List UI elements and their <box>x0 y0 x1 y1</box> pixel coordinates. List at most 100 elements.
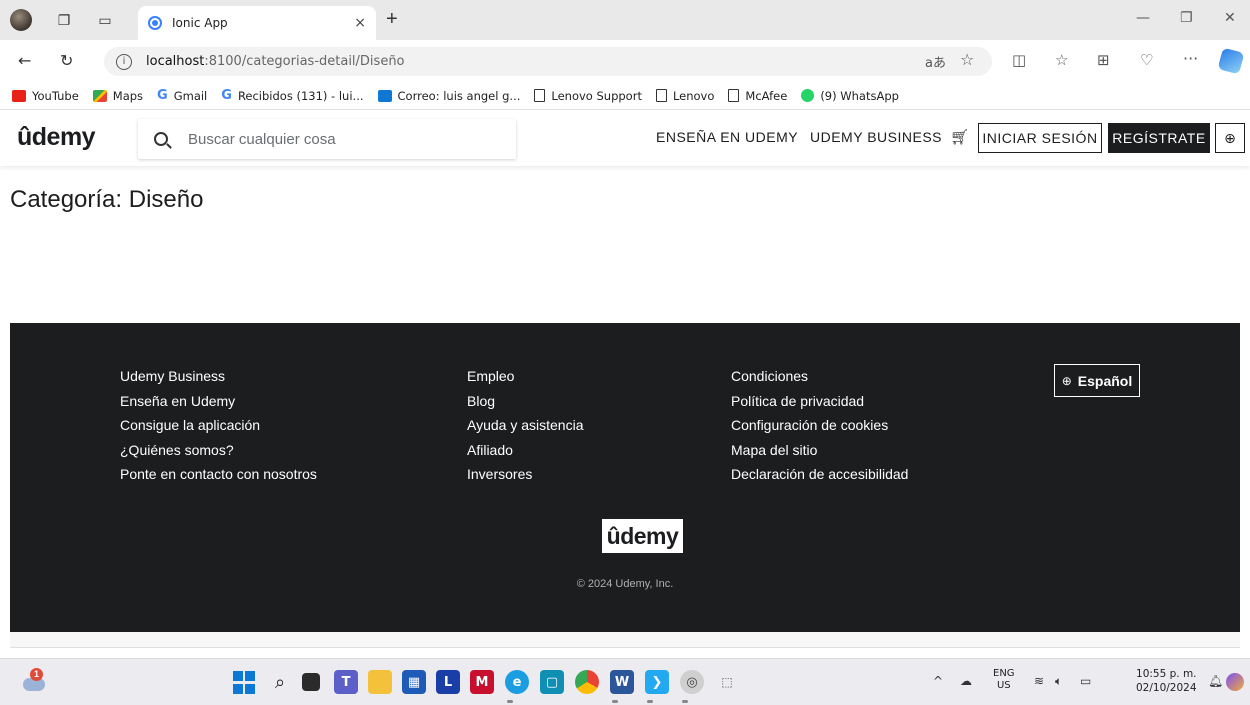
page-icon <box>655 89 667 102</box>
search-taskbar-icon[interactable]: ⌕ <box>268 670 292 694</box>
store-icon[interactable]: ▦ <box>402 670 426 694</box>
vscode-icon[interactable]: ❯ <box>645 670 669 694</box>
chevron-up-icon[interactable]: ^ <box>933 674 943 688</box>
task-view-icon[interactable] <box>302 673 320 691</box>
bookmark-lenovo[interactable]: Lenovo <box>655 89 714 103</box>
favorite-star-icon[interactable]: ☆ <box>960 50 974 69</box>
mcafee-icon[interactable]: M <box>470 670 494 694</box>
page-bottom-strip <box>10 632 1240 648</box>
bookmark-gmail[interactable]: G Gmail <box>157 88 207 103</box>
google-icon: G <box>221 88 232 103</box>
battery-icon[interactable]: ▭ <box>1080 674 1091 688</box>
bookmark-correo[interactable]: Correo: luis angel g... <box>377 89 520 103</box>
globe-icon: ⊕ <box>1061 373 1072 388</box>
notification-bell-icon[interactable]: 🔔︎ <box>1208 674 1223 688</box>
running-indicator <box>682 700 688 703</box>
udemy-logo[interactable]: ûdemy <box>17 123 96 152</box>
teach-on-udemy-link[interactable]: ENSEÑA EN UDEMY <box>656 129 798 145</box>
url-path: :8100/categorias-detail/Diseño <box>204 54 405 69</box>
app-icon[interactable]: ▢ <box>540 670 564 694</box>
input-language-indicator[interactable]: ENG US <box>993 668 1015 692</box>
site-info-icon[interactable]: i <box>116 53 132 70</box>
volume-icon[interactable]: 🔈︎ <box>1055 674 1062 689</box>
chrome-icon[interactable] <box>575 670 599 694</box>
search-bar[interactable] <box>138 119 516 159</box>
signup-button[interactable]: REGÍSTRATE <box>1108 123 1210 153</box>
favorites-icon[interactable]: ☆ <box>1055 51 1068 69</box>
footer-link[interactable]: Condiciones <box>731 368 908 384</box>
extensions-icon[interactable]: ♡ <box>1140 51 1153 69</box>
url-host: localhost <box>146 54 205 69</box>
cart-icon[interactable]: 🛒︎ <box>950 128 969 146</box>
footer-column-3: Condiciones Política de privacidad Confi… <box>731 368 908 491</box>
bookmark-youtube[interactable]: YouTube <box>12 89 79 103</box>
whatsapp-icon <box>801 89 815 102</box>
more-menu-icon[interactable]: ··· <box>1183 49 1198 68</box>
footer-column-2: Empleo Blog Ayuda y asistencia Afiliado … <box>467 368 583 491</box>
profile-avatar[interactable] <box>10 9 32 31</box>
footer-link[interactable]: Ponte en contacto con nosotros <box>120 466 317 482</box>
footer-link[interactable]: Enseña en Udemy <box>120 393 317 409</box>
back-arrow-icon[interactable]: ← <box>18 51 31 70</box>
wifi-icon[interactable]: ≋ <box>1034 674 1044 688</box>
read-aloud-icon[interactable]: aあ <box>925 52 946 71</box>
minimize-icon[interactable]: — <box>1136 10 1150 26</box>
bookmark-recibidos[interactable]: G Recibidos (131) - lui... <box>221 88 363 103</box>
workspaces-icon[interactable]: ❐ <box>52 8 76 32</box>
footer-link[interactable]: Udemy Business <box>120 368 317 384</box>
footer-link[interactable]: Configuración de cookies <box>731 417 908 433</box>
footer-link[interactable]: Blog <box>467 393 583 409</box>
close-window-icon[interactable]: ✕ <box>1224 10 1236 26</box>
footer-link[interactable]: Mapa del sitio <box>731 442 908 458</box>
start-menu-icon[interactable] <box>232 670 256 694</box>
browser-tab[interactable]: Ionic App × <box>138 6 376 40</box>
page-icon <box>534 89 546 102</box>
tab-actions-icon[interactable]: ▭ <box>93 8 117 32</box>
footer-link[interactable]: Ayuda y asistencia <box>467 417 583 433</box>
login-button[interactable]: INICIAR SESIÓN <box>978 123 1102 153</box>
close-tab-icon[interactable]: × <box>354 15 366 31</box>
udemy-business-link[interactable]: UDEMY BUSINESS <box>810 129 942 145</box>
collections-icon[interactable]: ⊞ <box>1097 51 1110 69</box>
search-icon[interactable] <box>154 132 168 146</box>
page-title: Categoría: Diseño <box>10 186 204 213</box>
url-field[interactable]: i localhost:8100/categorias-detail/Diseñ… <box>104 47 992 76</box>
running-indicator <box>612 700 618 703</box>
snipping-tool-icon[interactable]: ⬚ <box>715 670 739 694</box>
notification-badge: 1 <box>30 668 43 681</box>
footer-link[interactable]: Empleo <box>467 368 583 384</box>
bookmark-whatsapp[interactable]: (9) WhatsApp <box>801 89 899 103</box>
split-screen-icon[interactable]: ◫ <box>1012 51 1026 69</box>
footer-link[interactable]: ¿Quiénes somos? <box>120 442 317 458</box>
weather-widget-icon[interactable]: 1 <box>20 668 48 696</box>
globe-icon[interactable]: ⊕ <box>1215 123 1245 153</box>
footer-udemy-logo: ûdemy <box>602 519 683 553</box>
refresh-icon[interactable]: ↻ <box>60 51 73 70</box>
restore-icon[interactable]: ❐ <box>1180 10 1193 26</box>
footer-link[interactable]: Afiliado <box>467 442 583 458</box>
lenovo-app-icon[interactable]: L <box>436 670 460 694</box>
word-icon[interactable]: W <box>610 670 634 694</box>
edge-icon[interactable]: e <box>505 670 529 694</box>
bookmark-maps[interactable]: Maps <box>92 89 143 103</box>
copilot-taskbar-icon[interactable] <box>1226 673 1244 691</box>
footer-link[interactable]: Declaración de accesibilidad <box>731 466 908 482</box>
search-input[interactable] <box>188 130 488 148</box>
footer-link[interactable]: Política de privacidad <box>731 393 908 409</box>
file-explorer-icon[interactable] <box>368 670 392 694</box>
new-tab-button[interactable]: + <box>386 8 398 31</box>
tab-title: Ionic App <box>172 16 228 30</box>
clock[interactable]: 10:55 p. m. 02/10/2024 <box>1136 667 1197 695</box>
windows-taskbar: 1 ⌕ T ▦ L M e ▢ W ❯ ◎ ⬚ ^ ☁ ENG US ≋ 🔈︎ … <box>0 658 1250 705</box>
youtube-icon <box>12 89 26 102</box>
app-settings-icon[interactable]: ◎ <box>680 670 704 694</box>
bookmark-mcafee[interactable]: McAfee <box>728 89 787 103</box>
language-button[interactable]: ⊕ Español <box>1054 364 1140 397</box>
cloud-sync-icon[interactable]: ☁ <box>960 674 972 688</box>
site-footer: Udemy Business Enseña en Udemy Consigue … <box>10 323 1240 632</box>
language-label: Español <box>1077 372 1133 389</box>
teams-icon[interactable]: T <box>334 670 358 694</box>
footer-link[interactable]: Inversores <box>467 466 583 482</box>
bookmark-lenovo-support[interactable]: Lenovo Support <box>534 89 642 103</box>
footer-link[interactable]: Consigue la aplicación <box>120 417 317 433</box>
